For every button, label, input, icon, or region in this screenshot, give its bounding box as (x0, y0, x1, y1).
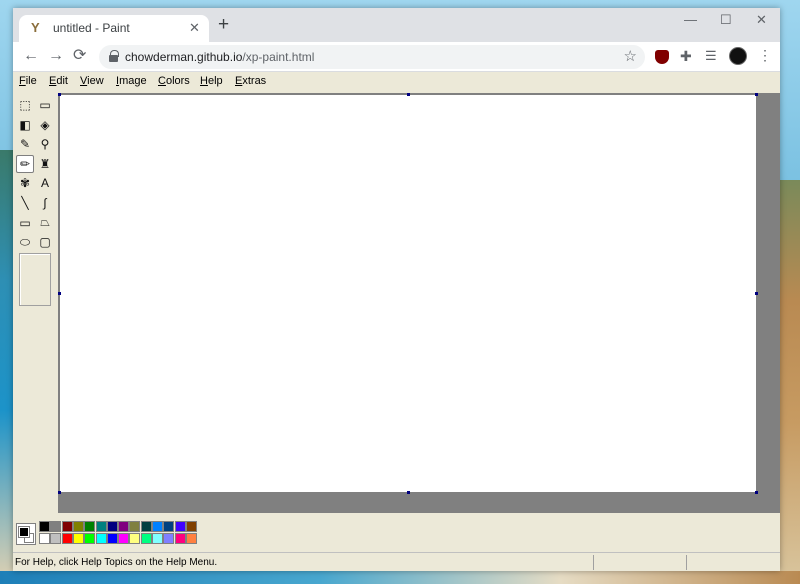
close-window-button[interactable]: ✕ (756, 12, 767, 28)
resize-handle-left (58, 292, 61, 295)
menu-view[interactable]: View (80, 75, 104, 87)
desktop-wallpaper-left (0, 150, 14, 584)
line-icon[interactable]: ╲ (16, 194, 34, 212)
forward-button[interactable]: → (48, 47, 64, 65)
ublock-extension-icon[interactable] (655, 50, 669, 64)
rectangle-icon[interactable]: ▭ (16, 214, 34, 232)
new-tab-button[interactable]: + (218, 15, 229, 34)
palette-swatch[interactable] (95, 521, 107, 532)
airbrush-icon[interactable]: ✾ (16, 174, 34, 192)
resize-handle-top-right (755, 93, 758, 96)
pencil-icon[interactable]: ✏ (16, 154, 34, 173)
url-text[interactable]: chowderman.github.io/xp-paint.html (125, 50, 314, 64)
paint-favicon-icon: Y (31, 20, 40, 35)
status-bar: For Help, click Help Topics on the Help … (13, 552, 780, 571)
palette-swatch[interactable] (163, 533, 175, 544)
tool-options-box[interactable] (19, 253, 51, 306)
tab-title: untitled - Paint (53, 21, 130, 35)
foreground-color (18, 526, 30, 538)
resize-handle-bottom-right[interactable] (755, 491, 758, 494)
drawing-canvas[interactable] (60, 95, 756, 492)
menu-extras[interactable]: Extras (235, 75, 266, 87)
eraser-icon[interactable]: ◧ (16, 116, 34, 134)
palette-swatch[interactable] (61, 533, 73, 544)
palette-swatch[interactable] (39, 533, 50, 544)
tab-close-icon[interactable]: ✕ (189, 20, 200, 36)
tool-box: ⬚ ▭ ◧ ◈ ✎ ⚲ ✏ ♜ ✾ A ╲ ∫ ▭ ⏢ ⬭ ▢ (13, 92, 58, 512)
browser-window: Y untitled - Paint ✕ + — ☐ ✕ ← → ⟳ chowd… (13, 8, 780, 571)
free-select-icon[interactable]: ⬚ (16, 96, 34, 114)
reload-button[interactable]: ⟳ (73, 47, 86, 65)
palette-swatch[interactable] (84, 533, 96, 544)
magnifier-icon[interactable]: ⚲ (36, 135, 54, 153)
ellipse-icon[interactable]: ⬭ (16, 233, 34, 251)
brush-icon[interactable]: ♜ (36, 155, 54, 173)
menu-colors[interactable]: Colors (158, 75, 190, 87)
profile-avatar[interactable] (729, 47, 747, 65)
palette-swatch[interactable] (129, 533, 141, 544)
status-divider (686, 555, 687, 570)
palette-swatch[interactable] (174, 521, 186, 532)
palette-swatch[interactable] (118, 521, 130, 532)
menu-image[interactable]: Image (116, 75, 147, 87)
status-divider (593, 555, 594, 570)
canvas-workspace (58, 93, 780, 513)
menu-help[interactable]: Help (200, 75, 223, 87)
palette-swatch[interactable] (185, 533, 197, 544)
palette-swatch[interactable] (152, 521, 163, 532)
palette-swatch[interactable] (152, 533, 163, 544)
curve-icon[interactable]: ∫ (36, 194, 54, 212)
paint-menubar: File Edit View Image Colors Help Extras (13, 72, 780, 92)
resize-handle-bottom-left (58, 491, 61, 494)
palette-swatch[interactable] (50, 521, 62, 532)
palette-swatch[interactable] (84, 521, 96, 532)
resize-handle-right[interactable] (755, 292, 758, 295)
address-bar[interactable]: chowderman.github.io/xp-paint.html ☆ (99, 45, 645, 69)
back-button[interactable]: ← (23, 47, 39, 65)
media-control-icon[interactable]: ☰ (705, 48, 719, 63)
current-colors[interactable] (16, 523, 36, 545)
palette-swatch[interactable] (140, 533, 152, 544)
desktop-wallpaper-right (780, 180, 800, 584)
rounded-rect-icon[interactable]: ▢ (36, 233, 54, 251)
status-help-text: For Help, click Help Topics on the Help … (15, 557, 218, 568)
menu-edit[interactable]: Edit (49, 75, 68, 87)
fill-bucket-icon[interactable]: ◈ (36, 116, 54, 134)
palette-swatch[interactable] (95, 533, 107, 544)
palette-swatch[interactable] (163, 521, 175, 532)
bookmark-star-icon[interactable]: ☆ (624, 47, 637, 65)
color-box (13, 513, 780, 551)
color-picker-icon[interactable]: ✎ (16, 135, 34, 153)
palette-swatch[interactable] (72, 521, 84, 532)
extensions-puzzle-icon[interactable]: ✚ (680, 48, 694, 64)
palette-swatch[interactable] (72, 533, 84, 544)
palette-swatch[interactable] (61, 521, 73, 532)
menu-file[interactable]: File (19, 75, 37, 87)
lock-icon (109, 50, 119, 62)
desktop-wallpaper-bottom (0, 571, 800, 584)
palette-swatch[interactable] (118, 533, 130, 544)
minimize-button[interactable]: — (684, 12, 697, 27)
palette-swatch[interactable] (140, 521, 152, 532)
maximize-button[interactable]: ☐ (720, 12, 732, 28)
browser-menu-icon[interactable]: ⋮ (758, 47, 772, 63)
palette-swatch[interactable] (129, 521, 141, 532)
browser-tab[interactable]: Y untitled - Paint ✕ (19, 15, 209, 42)
resize-handle-top-left (58, 93, 61, 96)
palette-swatch[interactable] (174, 533, 186, 544)
polygon-icon[interactable]: ⏢ (36, 214, 54, 232)
resize-handle-top (407, 93, 410, 96)
palette-swatch[interactable] (50, 533, 62, 544)
tab-strip: Y untitled - Paint ✕ + — ☐ ✕ (13, 8, 780, 42)
palette-swatch[interactable] (106, 521, 118, 532)
browser-toolbar: ← → ⟳ chowderman.github.io/xp-paint.html… (13, 42, 780, 72)
palette-swatch[interactable] (185, 521, 197, 532)
rect-select-icon[interactable]: ▭ (36, 96, 54, 114)
resize-handle-bottom[interactable] (407, 491, 410, 494)
palette-swatch[interactable] (106, 533, 118, 544)
text-icon[interactable]: A (36, 174, 54, 192)
palette-swatch[interactable] (39, 521, 50, 532)
